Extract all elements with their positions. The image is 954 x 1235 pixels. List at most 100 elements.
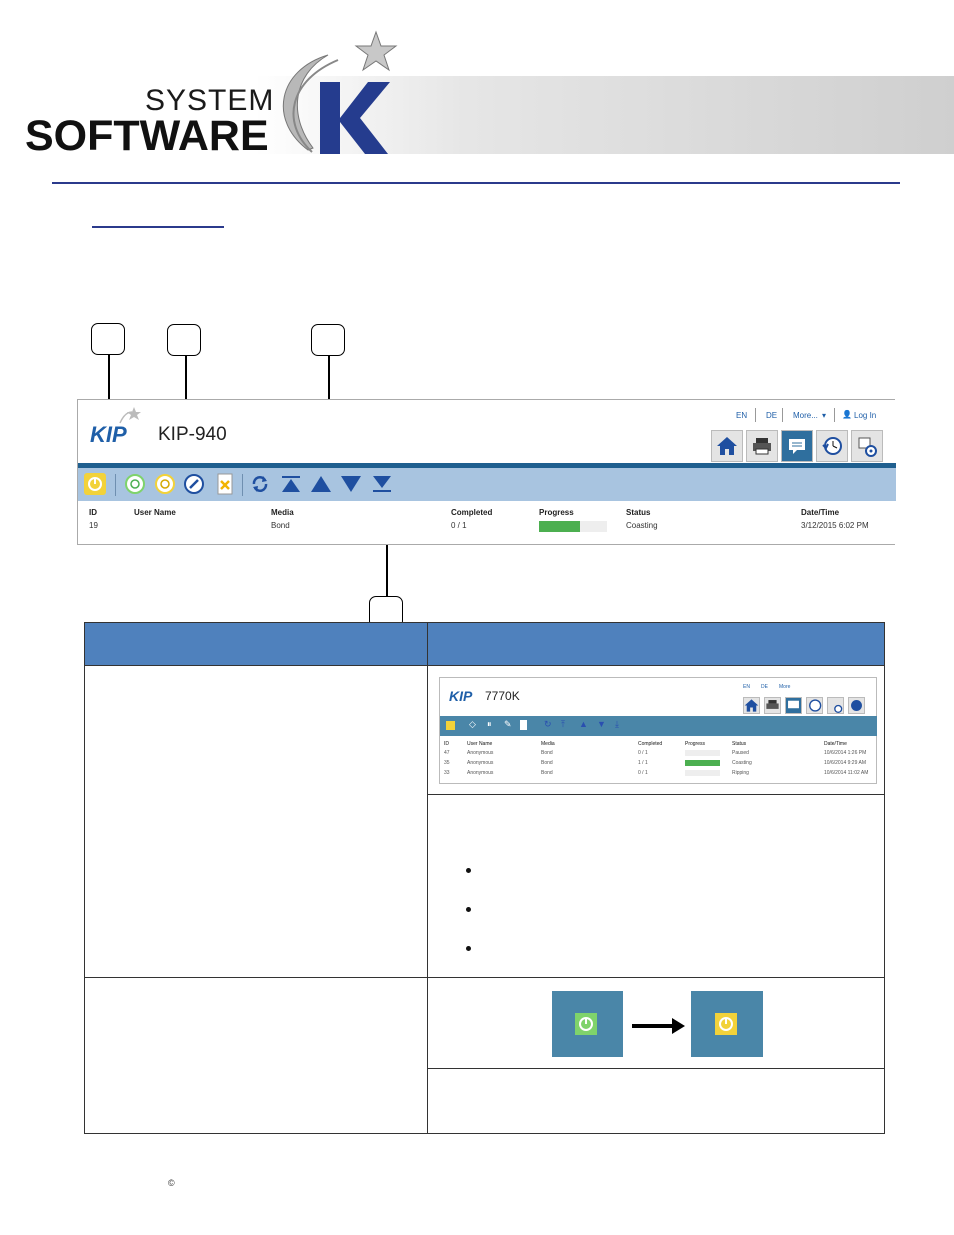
cell-status: Coasting [626,521,658,530]
more-menu-link[interactable]: More... [793,411,818,420]
footer-copyright: © [168,1178,175,1188]
move-down-button[interactable] [340,473,362,495]
table-row-divider [84,977,885,978]
small-move-top-icon[interactable]: ⤒ [561,719,565,730]
small-queue-screenshot: KIP 7770K EN DE More ◇ ⏸ ✎ ↻ ⤒ ▲ ▼ ⤓ ID … [439,677,877,784]
printer-gear-icon [858,437,877,457]
user-icon: 👤 [842,410,852,419]
chevron-down-icon: ▾ [822,411,827,420]
small-col-id: ID [444,741,449,747]
small-lang-de[interactable]: DE [761,684,768,690]
small-move-bottom-icon[interactable]: ⤓ [615,719,619,730]
refresh-button[interactable] [249,473,271,495]
small-history-button[interactable] [806,697,823,714]
queue-nav-button[interactable] [781,430,813,462]
queue-toolbar [78,468,896,501]
pause-job-icon [155,474,175,494]
power-icon [579,1017,593,1031]
small-cell-datetime: 10/6/2014 11:02 AM [824,770,869,776]
small-col-progress: Progress [685,741,706,747]
small-progress-bar [685,770,720,776]
callout-box-3 [311,324,345,356]
log-in-link[interactable]: Log In [854,411,876,420]
resume-job-button[interactable] [124,473,146,495]
small-col-user: User Name [467,741,493,747]
home-nav-button[interactable] [711,430,743,462]
resume-state-tile [552,991,623,1057]
small-queue-button[interactable] [785,697,802,714]
printer-settings-nav-button[interactable] [851,430,883,462]
cell-media: Bond [271,521,290,530]
lang-en-link[interactable]: EN [736,411,747,420]
history-nav-button[interactable] [816,430,848,462]
small-cell-completed: 1 / 1 [638,760,648,766]
home-icon [744,699,759,712]
cell-id: 19 [89,521,98,530]
progress-bar-fill [539,521,580,532]
small-cell-datetime: 10/6/2014 9:29 AM [824,760,866,766]
table-row-divider [84,665,885,666]
move-bottom-icon [373,476,391,492]
small-arrow-down-icon[interactable]: ▼ [597,719,606,729]
clock-history-icon [809,699,822,712]
edit-pencil-icon [184,474,204,494]
progress-bar [539,521,607,532]
small-delete-icon[interactable] [520,720,527,730]
section-heading-underline [92,226,224,228]
bullet-point [466,907,471,912]
resume-job-icon [125,474,145,494]
printer-icon [766,700,779,709]
table-row-divider [427,1068,885,1069]
move-to-top-button[interactable] [280,473,302,495]
small-cell-user: Anonymous [467,760,494,766]
small-lang-en[interactable]: EN [743,684,750,690]
small-cell-id: 47 [444,750,450,756]
cell-datetime: 3/12/2015 6:02 PM [801,521,869,530]
pause-all-button[interactable] [84,473,106,495]
pause-job-button[interactable] [154,473,176,495]
small-pause-all-button[interactable] [446,721,455,730]
kip-queue-screenshot: KIP KIP-940 EN DE More... ▾ 👤 Log In ID … [77,399,896,545]
col-progress-header: Progress [539,508,574,517]
small-cell-completed: 0 / 1 [638,750,648,756]
arrow-up-icon [311,476,331,492]
small-home-button[interactable] [743,697,760,714]
bullet-point [466,946,471,951]
small-edit-icon[interactable]: ✎ [504,719,512,730]
small-diamond-icon[interactable]: ◇ [469,719,476,730]
small-col-media: Media [541,741,555,747]
col-media-header: Media [271,508,294,517]
col-status-header: Status [626,508,651,517]
resume-queue-button [575,1013,597,1035]
callout-box-1 [91,323,125,355]
small-refresh-icon[interactable]: ↻ [544,719,552,730]
small-settings-button[interactable] [827,697,844,714]
kip-star-icon [119,407,141,424]
power-icon [719,1017,733,1031]
small-progress-bar [685,760,720,766]
edit-job-button[interactable] [183,473,205,495]
small-cell-media: Bond [541,750,553,756]
small-pause-icon[interactable]: ⏸ [487,719,492,730]
small-printer-model: 7770K [485,689,520,703]
small-arrow-up-icon[interactable]: ▲ [579,719,588,729]
move-top-icon [282,476,300,492]
small-cell-status: Ripping [732,770,749,776]
printer-nav-button[interactable] [746,430,778,462]
table-column-divider [427,622,428,1134]
printer-model: KIP-940 [158,424,227,445]
small-col-datetime: Date/Time [824,741,847,747]
lang-de-link[interactable]: DE [766,411,777,420]
move-to-bottom-button[interactable] [371,473,393,495]
arrow-down-icon [341,476,361,492]
small-col-completed: Completed [638,741,663,747]
small-globe-button[interactable] [848,697,865,714]
clock-history-icon [822,437,842,455]
col-datetime-header: Date/Time [801,508,840,517]
small-more-link[interactable]: More [779,684,790,690]
move-up-button[interactable] [310,473,332,495]
queue-icon [788,700,799,709]
link-separator [834,408,835,422]
delete-job-button[interactable] [214,473,236,495]
small-printer-button[interactable] [764,697,781,714]
